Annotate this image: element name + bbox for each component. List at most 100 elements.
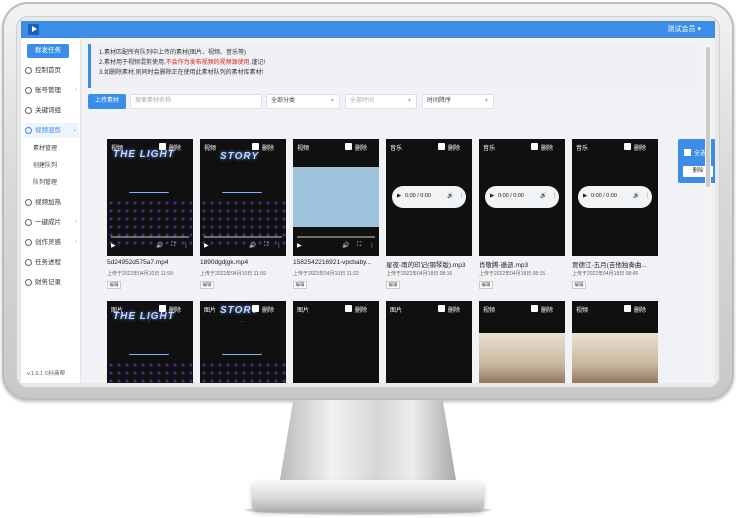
material-delete-link[interactable]: 删除 <box>634 305 646 314</box>
sidebar-item-label: 财务记录 <box>35 279 61 286</box>
sort-select[interactable]: 时间降序 ▼ <box>422 94 494 109</box>
more-icon[interactable]: ⋮ <box>552 193 558 199</box>
sidebar-item-finance[interactable]: 财务记录 <box>25 275 79 290</box>
play-icon[interactable]: ▶ <box>204 242 209 249</box>
material-delete-link[interactable]: 删除 <box>355 143 367 152</box>
material-checkbox[interactable] <box>252 143 259 150</box>
video-progress-bar[interactable] <box>111 236 189 238</box>
material-type-tag: 图片 <box>297 308 310 314</box>
material-type-tag: 音乐 <box>483 146 496 152</box>
material-delete-link[interactable]: 删除 <box>448 143 460 152</box>
audio-player[interactable]: ▶ 0:00 / 0:00 🔊 ⋮ <box>392 186 466 208</box>
material-edit-button[interactable]: 编辑 <box>200 281 214 289</box>
material-checkbox[interactable] <box>531 305 538 312</box>
material-checkbox[interactable] <box>345 305 352 312</box>
material-type-tag: 视频 <box>576 308 589 314</box>
sidebar: 群发任务 控制首页 账号管理 › 关键词组 视频混剪 ⌄ 素材管理 创建队列 队… <box>21 38 81 383</box>
material-delete-link[interactable]: 删除 <box>448 305 460 314</box>
material-delete-link[interactable]: 删除 <box>262 143 274 152</box>
material-edit-button[interactable]: 编辑 <box>572 281 586 289</box>
audio-thumbnail: 音乐 删除 ▶ 0:00 / 0:00 🔊 ⋮ <box>479 139 565 256</box>
publish-task-button[interactable]: 群发任务 <box>27 44 69 58</box>
sidebar-subitem-materials[interactable]: 素材管理 <box>33 142 79 156</box>
play-icon[interactable]: ▶ <box>297 242 302 249</box>
play-icon[interactable]: ▶ <box>490 193 494 199</box>
upload-material-button[interactable]: 上传素材 <box>88 94 126 109</box>
more-icon[interactable]: ⋮ <box>369 242 375 249</box>
search-input[interactable]: 搜索素材名称 <box>130 94 262 109</box>
video-progress-bar[interactable] <box>297 236 375 238</box>
notice-box: 1.素材匹配所有队列中上传的素材(图片、视频、音乐等) 2.素材用于视频混剪使用… <box>88 44 698 88</box>
image-thumbnail: 图片 删除 <box>293 301 379 383</box>
user-menu[interactable]: 测试会员 ▾ <box>668 24 701 35</box>
material-edit-button[interactable]: 编辑 <box>107 281 121 289</box>
material-checkbox[interactable] <box>345 143 352 150</box>
neon-title-text: STORY <box>220 151 260 162</box>
sidebar-item-task-progress[interactable]: 任务进程 <box>25 255 79 270</box>
sidebar-item-video-remix[interactable]: 视频混剪 ⌄ <box>25 123 79 138</box>
material-checkbox[interactable] <box>252 305 259 312</box>
play-icon[interactable]: ▶ <box>583 193 587 199</box>
sidebar-item-label: 任务进程 <box>35 259 61 266</box>
material-edit-button[interactable]: 编辑 <box>479 281 493 289</box>
sidebar-item-label: 一键成片 <box>35 219 61 226</box>
material-edit-button[interactable]: 编辑 <box>386 281 400 289</box>
scrollbar-thumb[interactable] <box>706 47 710 187</box>
fullscreen-icon[interactable]: ⛶ <box>264 242 268 249</box>
more-icon[interactable]: ⋮ <box>276 242 282 249</box>
chevron-down-icon: ▼ <box>407 98 412 104</box>
material-checkbox[interactable] <box>438 143 445 150</box>
material-checkbox[interactable] <box>159 143 166 150</box>
scrollbar[interactable] <box>705 45 711 380</box>
material-type-tag: 视频 <box>111 146 124 152</box>
store-photo <box>479 333 565 383</box>
neon-triangle-decoration <box>129 159 169 193</box>
play-icon[interactable]: ▶ <box>397 193 401 199</box>
sidebar-item-one-click[interactable]: 一键成片 › <box>25 215 79 230</box>
sidebar-item-dashboard[interactable]: 控制首页 <box>25 63 79 78</box>
material-checkbox[interactable] <box>531 143 538 150</box>
material-delete-link[interactable]: 删除 <box>634 143 646 152</box>
play-icon[interactable]: ▶ <box>111 242 116 249</box>
material-delete-link[interactable]: 删除 <box>541 305 553 314</box>
material-delete-link[interactable]: 删除 <box>541 143 553 152</box>
material-delete-link[interactable]: 删除 <box>169 305 181 314</box>
volume-icon[interactable]: 🔊 <box>447 193 454 199</box>
sidebar-subitem-create-queue[interactable]: 创建队列 <box>33 159 79 173</box>
audio-player[interactable]: ▶ 0:00 / 0:00 🔊 ⋮ <box>578 186 652 208</box>
time-select[interactable]: 全部时间 ▼ <box>345 94 417 109</box>
sidebar-item-inspiration[interactable]: 创作灵感 › <box>25 235 79 250</box>
material-edit-button[interactable]: 编辑 <box>293 281 307 289</box>
material-checkbox[interactable] <box>624 143 631 150</box>
image-thumbnail: THE LIGHT 图片 删除 <box>107 301 193 383</box>
volume-icon[interactable]: 🔊 <box>342 242 349 249</box>
lightbulb-icon <box>25 239 32 246</box>
sidebar-item-accounts[interactable]: 账号管理 › <box>25 83 79 98</box>
sidebar-subitem-queue-manage[interactable]: 队列管理 <box>33 176 79 190</box>
sidebar-item-keywords[interactable]: 关键词组 <box>25 103 79 118</box>
volume-icon[interactable]: 🔊 <box>249 242 256 249</box>
material-checkbox[interactable] <box>624 305 631 312</box>
volume-icon[interactable]: 🔊 <box>540 193 547 199</box>
main-content: 1.素材匹配所有队列中上传的素材(图片、视频、音乐等) 2.素材用于视频混剪使用… <box>82 38 715 383</box>
volume-icon[interactable]: 🔊 <box>156 242 163 249</box>
fullscreen-icon[interactable]: ⛶ <box>171 242 175 249</box>
sidebar-item-video-boost[interactable]: 视频加热 <box>25 195 79 210</box>
audio-player[interactable]: ▶ 0:00 / 0:00 🔊 ⋮ <box>485 186 559 208</box>
dashboard-icon <box>25 67 32 74</box>
more-icon[interactable]: ⋮ <box>183 242 189 249</box>
fullscreen-icon[interactable]: ⛶ <box>357 242 361 249</box>
more-icon[interactable]: ⋮ <box>459 193 465 199</box>
video-progress-bar[interactable] <box>204 236 282 238</box>
select-all-checkbox[interactable] <box>684 149 691 156</box>
material-delete-link[interactable]: 删除 <box>262 305 274 314</box>
monitor-neck <box>279 400 457 486</box>
category-select[interactable]: 全部分类 ▼ <box>266 94 340 109</box>
video-thumbnail: 视频 删除 ▶ 🔊 ⛶ ⋮ <box>293 139 379 256</box>
material-checkbox[interactable] <box>159 305 166 312</box>
material-checkbox[interactable] <box>438 305 445 312</box>
material-delete-link[interactable]: 删除 <box>355 305 367 314</box>
more-icon[interactable]: ⋮ <box>645 193 651 199</box>
volume-icon[interactable]: 🔊 <box>633 193 640 199</box>
material-delete-link[interactable]: 删除 <box>169 143 181 152</box>
